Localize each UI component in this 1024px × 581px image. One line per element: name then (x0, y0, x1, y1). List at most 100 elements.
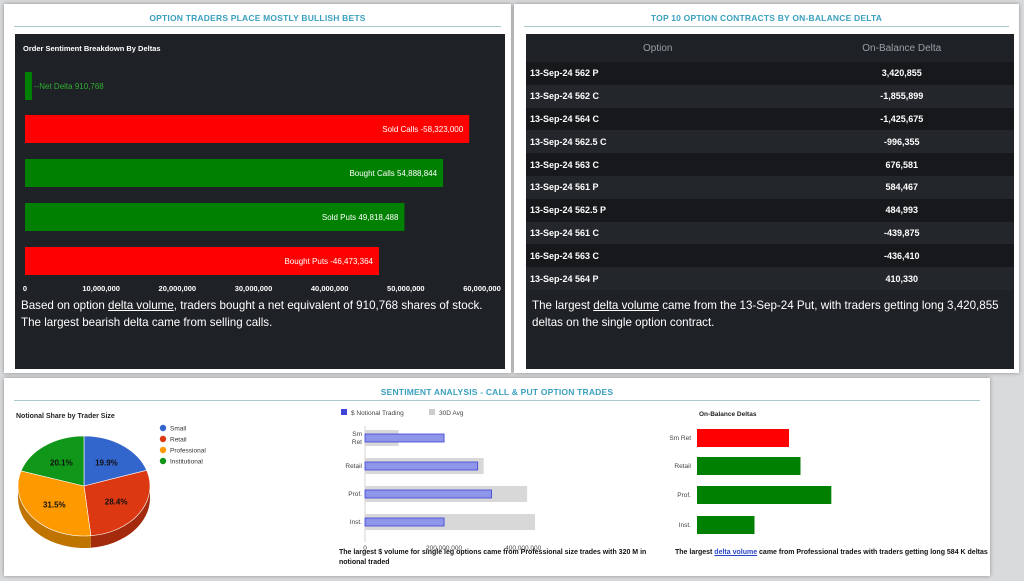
title-divider (524, 26, 1009, 27)
bar-retail (697, 457, 801, 475)
x-tick-label: 50,000,000 (387, 284, 425, 293)
option-cell: 13-Sep-24 561 P (526, 175, 790, 199)
table-row: 13-Sep-24 563 C 676,581 (526, 153, 1014, 176)
sentiment-dark-area: Order Sentiment Breakdown By Deltas --Net… (15, 34, 505, 369)
top10-dark-area: Option On-Balance Delta 13-Sep-24 562 P3… (526, 34, 1014, 369)
table-row: 13-Sep-24 564 C -1,425,675 (526, 107, 1014, 131)
option-cell: 13-Sep-24 564 C (526, 107, 790, 131)
bar-notional (364, 461, 479, 471)
legend-label: Professional (170, 448, 206, 455)
sentiment-description: Based on option delta volume, traders bo… (21, 299, 483, 329)
option-cell: 13-Sep-24 561 C (526, 221, 790, 245)
obd-caption: The largest delta volume came from Profe… (675, 549, 988, 556)
table-row: 16-Sep-24 563 C -436,410 (526, 244, 1014, 268)
legend-label: $ Notional Trading (351, 410, 404, 417)
delta-cell: -1,855,899 (789, 84, 1014, 108)
on-balance-deltas-chart: On-Balance Deltas Sm Ret Retail Prof. Inst. (669, 411, 832, 534)
delta-cell: 410,330 (789, 267, 1014, 290)
option-cell: 13-Sep-24 562.5 C (526, 130, 790, 154)
delta-cell: -1,425,675 (789, 107, 1014, 131)
table-row: 13-Sep-24 562 C -1,855,899 (526, 84, 1014, 108)
top10-description: The largest delta volume came from the 1… (532, 299, 999, 329)
option-cell: 13-Sep-24 563 C (526, 153, 790, 176)
analysis-panel-title: SENTIMENT ANALYSIS - CALL & PUT OPTION T… (380, 387, 614, 397)
bar-notional (364, 489, 492, 499)
y-tick-label: Retail (674, 463, 691, 470)
table-row: 13-Sep-24 562.5 P 484,993 (526, 198, 1014, 222)
legend-label: Small (170, 426, 187, 433)
y-tick-label: Sm (352, 431, 362, 438)
table-row: 13-Sep-24 561 C -439,875 (526, 221, 1014, 245)
bar-prof- (697, 486, 832, 504)
option-cell: 13-Sep-24 562 C (526, 84, 790, 108)
delta-volume-link[interactable]: delta volume (108, 299, 174, 312)
order-sentiment-chart: Order Sentiment Breakdown By Deltas --Net… (23, 44, 501, 293)
legend-marker-notional (341, 409, 347, 415)
x-tick-label: 20,000,000 (159, 284, 197, 293)
delta-cell: 584,467 (789, 175, 1014, 199)
table-header-row: Option On-Balance Delta (526, 34, 1014, 62)
table-row: 13-Sep-24 564 P 410,330 (526, 267, 1014, 290)
x-tick-label: 30,000,000 (235, 284, 273, 293)
y-tick-label: Prof. (677, 492, 691, 499)
delta-cell: 3,420,855 (789, 62, 1014, 85)
analysis-panel: SENTIMENT ANALYSIS - CALL & PUT OPTION T… (4, 378, 990, 576)
data-label: Bought Puts -46,473,364 (284, 257, 373, 266)
y-tick-label: Inst. (679, 522, 691, 529)
top10-table: Option On-Balance Delta 13-Sep-24 562 P3… (526, 34, 1014, 290)
delta-volume-link[interactable]: delta volume (714, 549, 757, 556)
top10-panel-title: TOP 10 OPTION CONTRACTS BY ON-BALANCE DE… (650, 13, 883, 23)
chart-title: Order Sentiment Breakdown By Deltas (23, 44, 161, 53)
delta-cell: -996,355 (789, 130, 1014, 154)
col-header-delta[interactable]: On-Balance Delta (790, 34, 1014, 62)
data-label: Sold Puts 49,818,488 (322, 213, 399, 222)
legend-label: Retail (170, 437, 187, 444)
legend-marker-professional (159, 446, 167, 454)
delta-cell: 484,993 (789, 198, 1014, 222)
legend-marker-avg (429, 409, 435, 415)
slice-label: 20.1% (50, 459, 73, 468)
y-tick-label: Inst. (350, 519, 362, 526)
legend-marker-retail (159, 435, 167, 443)
y-tick-label: Sm Ret (669, 435, 691, 442)
option-cell: 13-Sep-24 562.5 P (526, 198, 790, 222)
col-header-option[interactable]: Option (526, 34, 790, 62)
x-tick-label: 40,000,000 (311, 284, 349, 293)
table-row: 13-Sep-24 561 P 584,467 (526, 175, 1014, 199)
bar-net-delta (25, 72, 32, 100)
notional-caption: The largest $ volume for single leg opti… (339, 549, 647, 566)
notional-trading-chart: $ Notional Trading 30D Avg SmRet Retail Prof… (341, 409, 542, 552)
chart-title: Notional Share by Trader Size (16, 413, 115, 420)
bar-notional (364, 433, 445, 443)
y-tick-label: Ret (352, 439, 362, 446)
bar-notional (364, 517, 445, 527)
x-tick-label: 10,000,000 (82, 284, 120, 293)
data-label: --Net Delta 910,768 (34, 82, 104, 91)
chart-title: On-Balance Deltas (699, 411, 757, 418)
bar-inst- (697, 516, 755, 534)
y-tick-label: Prof. (348, 491, 362, 498)
option-cell: 13-Sep-24 562 P (526, 62, 790, 85)
slice-label: 19.9% (95, 458, 118, 467)
legend-label: 30D Avg (439, 410, 464, 417)
sentiment-panel-title: OPTION TRADERS PLACE MOSTLY BULLISH BETS (149, 13, 366, 23)
table-row: 13-Sep-24 562.5 C -996,355 (526, 130, 1014, 154)
top10-panel: TOP 10 OPTION CONTRACTS BY ON-BALANCE DE… (514, 4, 1019, 373)
sentiment-panel: OPTION TRADERS PLACE MOSTLY BULLISH BETS… (4, 4, 511, 373)
legend-marker-small (159, 424, 167, 432)
data-label: Sold Calls -58,323,000 (382, 125, 463, 134)
y-tick-label: Retail (345, 463, 362, 470)
option-cell: 16-Sep-24 563 C (526, 244, 790, 268)
delta-volume-link[interactable]: delta volume (593, 299, 659, 312)
notional-share-chart: Notional Share by Trader Size 19.9% 28.4% 3… (16, 413, 206, 548)
delta-cell: -436,410 (789, 244, 1014, 268)
x-tick-label: 60,000,000 (463, 284, 501, 293)
option-cell: 13-Sep-24 564 P (526, 267, 790, 290)
legend-label: Institutional (170, 459, 203, 466)
x-tick-label: 0 (23, 284, 27, 293)
legend-marker-institutional (159, 457, 167, 465)
data-label: Bought Calls 54,888,844 (349, 169, 437, 178)
slice-label: 28.4% (105, 498, 128, 507)
title-divider (14, 26, 501, 27)
table-row: 13-Sep-24 562 P 3,420,855 (526, 62, 1014, 85)
